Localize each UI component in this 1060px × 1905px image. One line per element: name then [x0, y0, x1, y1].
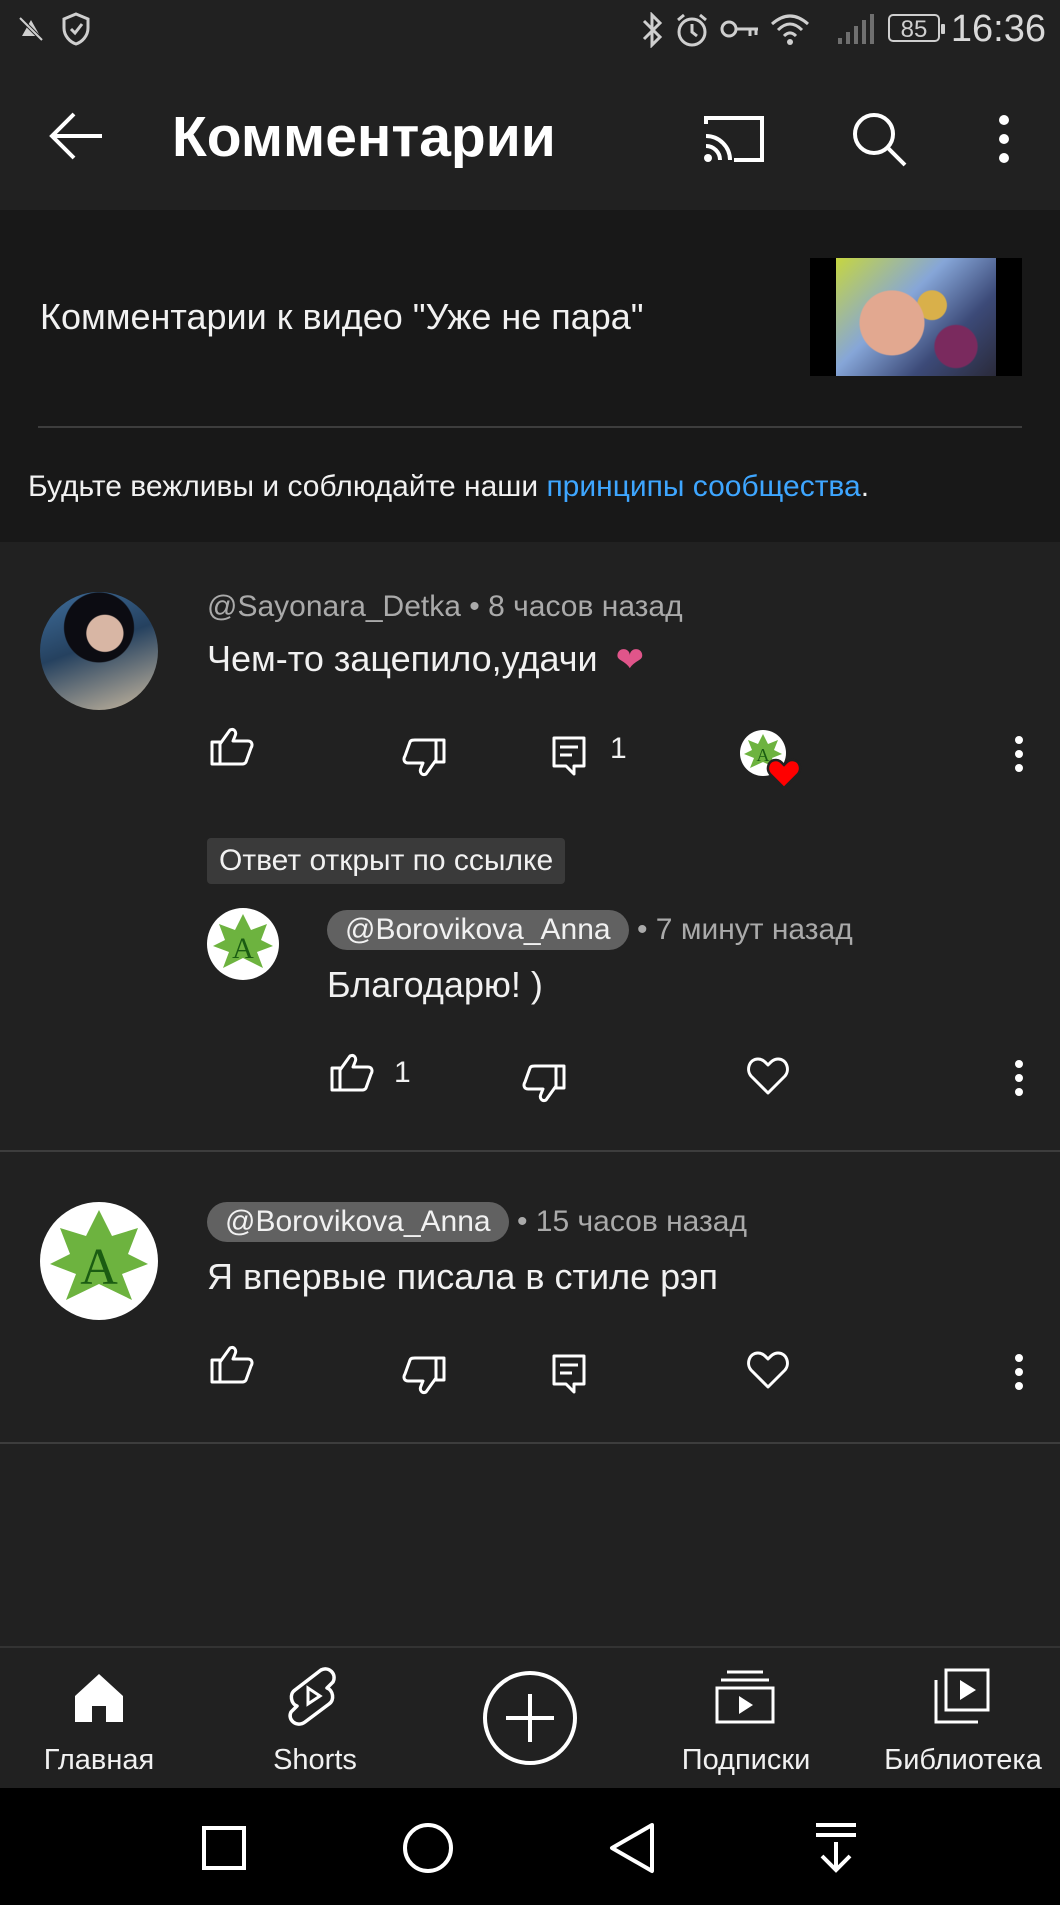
comment-text: Я впервые писала в стиле рэп — [207, 1256, 718, 1297]
reply-meta: @Borovikova_Anna • 7 минут назад — [327, 910, 853, 950]
reply-time: 7 минут назад — [655, 913, 853, 946]
comment-more-icon[interactable] — [1013, 736, 1025, 772]
comment-separator — [0, 1150, 1060, 1152]
cast-icon[interactable] — [704, 114, 766, 164]
shorts-icon — [288, 1667, 336, 1726]
nav-create[interactable] — [430, 1648, 630, 1788]
comment-author-chip[interactable]: @Borovikova_Anna — [207, 1202, 509, 1242]
heart-emoji: ❤ — [615, 641, 645, 679]
key-icon — [720, 20, 758, 38]
dislike-icon[interactable] — [402, 738, 446, 778]
guidelines-prefix: Будьте вежливы и соблюдайте наши — [28, 470, 547, 503]
video-title: Комментарии к видео "Уже не пара" — [40, 296, 644, 337]
reply-author-chip[interactable]: @Borovikova_Anna — [327, 910, 629, 950]
system-navigation-bar — [0, 1788, 1060, 1905]
status-bar: 85 16:36 — [0, 0, 1060, 62]
page-title: Комментарии — [172, 105, 556, 169]
reply-more-icon[interactable] — [1013, 1060, 1025, 1096]
avatar-letter: A — [232, 932, 254, 965]
reply-avatar[interactable]: A — [207, 908, 279, 980]
guidelines-suffix: . — [860, 470, 870, 503]
comment-more-icon[interactable] — [1013, 1354, 1025, 1390]
app-bar: Комментарии — [0, 62, 1060, 210]
nav-library[interactable]: Библиотека — [860, 1648, 1060, 1788]
library-icon — [934, 1668, 990, 1724]
divider — [38, 426, 1022, 428]
nav-home[interactable]: Главная — [0, 1648, 200, 1788]
like-icon[interactable] — [330, 1052, 374, 1092]
back-triangle-icon[interactable] — [608, 1822, 656, 1874]
comment-body: Чем-то зацепило,удачи — [207, 638, 598, 679]
reply-icon[interactable] — [552, 1354, 586, 1394]
comment-time: 8 часов назад — [488, 590, 683, 623]
linked-reply-badge: Ответ открыт по ссылке — [207, 838, 566, 884]
more-vert-icon[interactable] — [996, 114, 1012, 164]
nav-subscriptions[interactable]: Подписки — [645, 1648, 845, 1788]
comment-author[interactable]: @Sayonara_Detka — [207, 590, 461, 623]
search-icon[interactable] — [850, 110, 908, 168]
home-icon — [75, 1674, 123, 1722]
dislike-icon[interactable] — [402, 1356, 446, 1396]
guidelines-link[interactable]: принципы сообщества — [546, 470, 860, 503]
bottom-navigation: Главная Shorts Подписки Библиотека — [0, 1646, 1060, 1788]
bluetooth-icon — [642, 12, 663, 48]
reply-like-count: 1 — [394, 1056, 411, 1089]
dislike-icon[interactable] — [522, 1064, 566, 1104]
clock: 16:36 — [950, 8, 1046, 50]
nav-label-library: Библиотека — [884, 1744, 1042, 1776]
reply-count: 1 — [610, 732, 627, 765]
notifications-pulldown-icon[interactable] — [814, 1822, 858, 1874]
nav-label-home: Главная — [43, 1744, 155, 1776]
recents-icon[interactable] — [202, 1826, 246, 1870]
reply-text: Благодарю! ) — [327, 964, 543, 1005]
alarm-icon — [677, 13, 707, 47]
comment-time: 15 часов назад — [535, 1205, 747, 1238]
signal-icon — [838, 14, 874, 44]
comment-separator — [0, 1442, 1060, 1444]
nav-label-subscriptions: Подписки — [681, 1744, 811, 1776]
wifi-icon — [771, 14, 809, 45]
guidelines-text: Будьте вежливы и соблюдайте наши принцип… — [28, 470, 869, 504]
comment-meta: @Sayonara_Detka • 8 часов назад — [207, 590, 683, 623]
avatar-letter: A — [80, 1239, 118, 1296]
comment-meta: @Borovikova_Anna • 15 часов назад — [207, 1202, 747, 1242]
like-icon[interactable] — [210, 726, 254, 766]
mute-icon — [18, 16, 44, 42]
battery-indicator: 85 — [888, 14, 945, 43]
back-arrow-icon[interactable] — [48, 112, 104, 160]
heart-outline-icon[interactable] — [746, 1350, 790, 1390]
comments-header: Комментарии к видео "Уже не пара" Будьте… — [0, 210, 1060, 542]
nav-shorts[interactable]: Shorts — [215, 1648, 415, 1788]
creator-heart-icon — [766, 758, 802, 790]
home-circle-icon[interactable] — [402, 1822, 454, 1874]
like-icon[interactable] — [210, 1344, 254, 1384]
nav-label-shorts: Shorts — [273, 1744, 357, 1776]
comment-text: Чем-то зацепило,удачи ❤ — [207, 638, 644, 680]
reply-icon[interactable] — [552, 736, 586, 776]
shield-icon — [62, 12, 90, 46]
video-thumbnail[interactable] — [810, 258, 1022, 376]
heart-outline-icon[interactable] — [746, 1056, 790, 1096]
avatar[interactable]: A — [40, 1202, 158, 1320]
avatar[interactable] — [40, 592, 158, 710]
subscriptions-icon — [715, 1670, 775, 1724]
create-icon — [483, 1671, 577, 1765]
